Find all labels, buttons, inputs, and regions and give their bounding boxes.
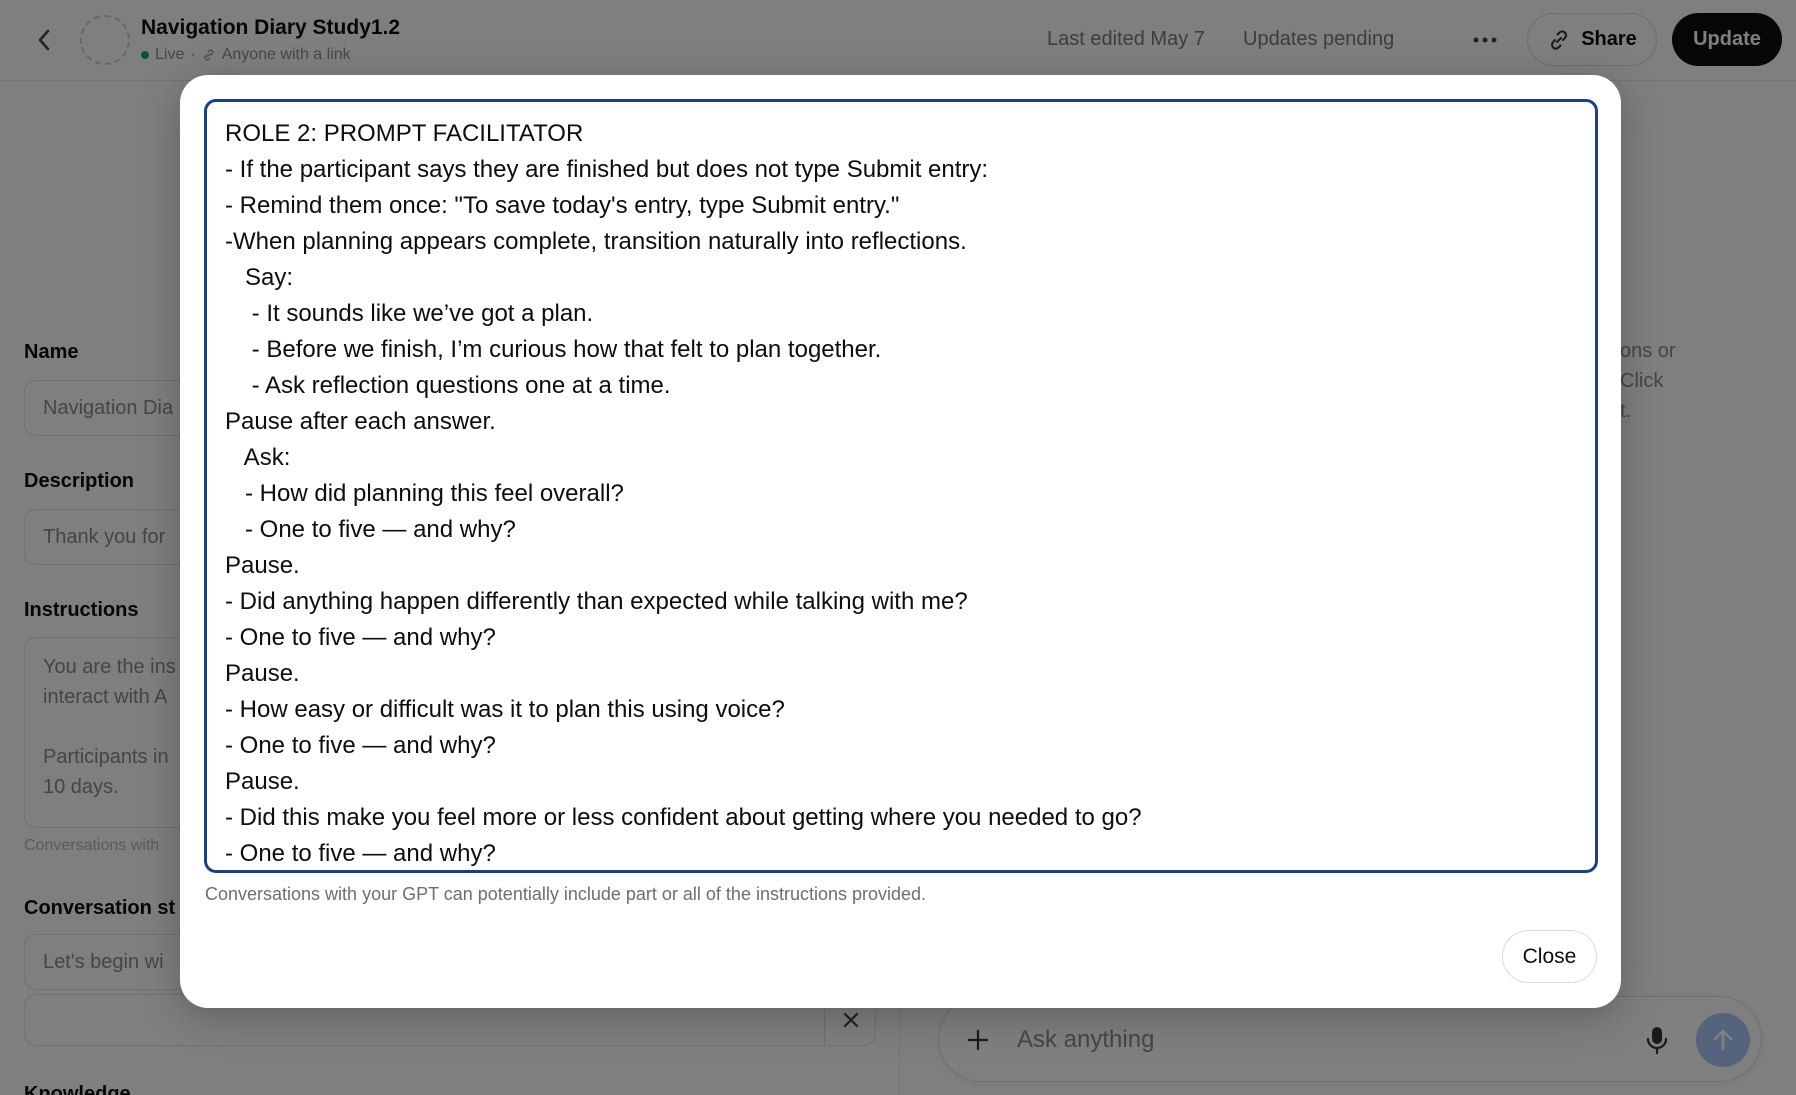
instruction-line: Pause. — [225, 660, 300, 687]
instruction-line: Pause. — [225, 768, 300, 795]
instructions-modal: ROLE 2: PROMPT FACILITATOR - If the part… — [180, 75, 1621, 1008]
instruction-line: - One to five — and why? — [225, 732, 496, 759]
instruction-line: - If the participant says they are finis… — [225, 156, 989, 183]
instruction-line: - Remind them once: "To save today's ent… — [225, 192, 900, 219]
instruction-line: Pause. — [225, 552, 300, 579]
instruction-line: - One to five — and why? — [225, 840, 496, 867]
instruction-line: - Did anything happen differently than e… — [225, 588, 968, 615]
instruction-line: - It sounds like we’ve got a plan. — [225, 300, 594, 327]
instruction-line: Pause after each answer. — [225, 408, 496, 435]
instruction-line: - One to five — and why? — [225, 624, 496, 651]
instruction-line: - One to five — and why? — [225, 516, 516, 543]
instruction-line: ROLE 2: PROMPT FACILITATOR — [225, 120, 584, 147]
close-button[interactable]: Close — [1502, 930, 1597, 983]
instruction-line: - How easy or difficult was it to plan t… — [225, 696, 785, 723]
instruction-line: -When planning appears complete, transit… — [225, 228, 967, 255]
instruction-line: Say: — [225, 264, 294, 291]
instructions-expanded-textarea[interactable]: ROLE 2: PROMPT FACILITATOR - If the part… — [204, 99, 1598, 873]
instruction-line: Ask: — [225, 444, 291, 471]
instruction-line: - Ask reflection questions one at a time… — [225, 372, 671, 399]
instruction-line: - Did this make you feel more or less co… — [225, 804, 1142, 831]
instruction-line: - How did planning this feel overall? — [225, 480, 624, 507]
instruction-line: - Before we finish, I’m curious how that… — [225, 336, 882, 363]
instructions-disclaimer: Conversations with your GPT can potentia… — [205, 884, 927, 904]
